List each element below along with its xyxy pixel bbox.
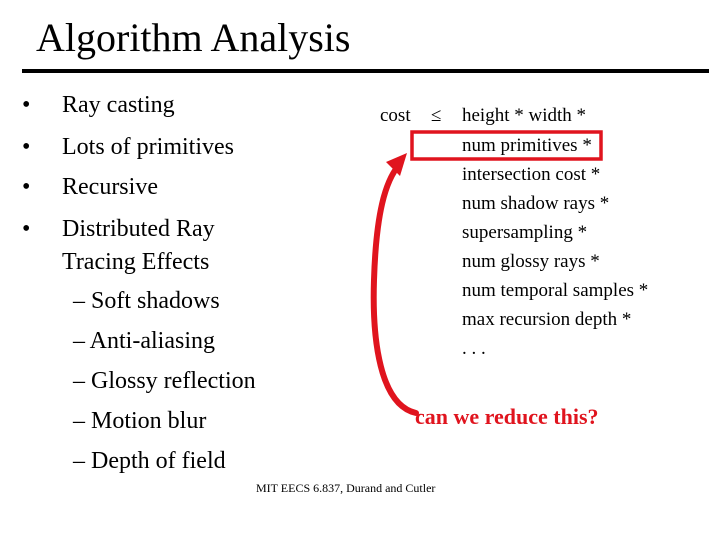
- slide-footer: MIT EECS 6.837, Durand and Cutler: [256, 481, 436, 495]
- annotation-overlay: [370, 130, 603, 416]
- callout-text: can we reduce this?: [415, 404, 599, 429]
- highlight-box: [410, 130, 603, 161]
- curved-arrow: [370, 161, 419, 416]
